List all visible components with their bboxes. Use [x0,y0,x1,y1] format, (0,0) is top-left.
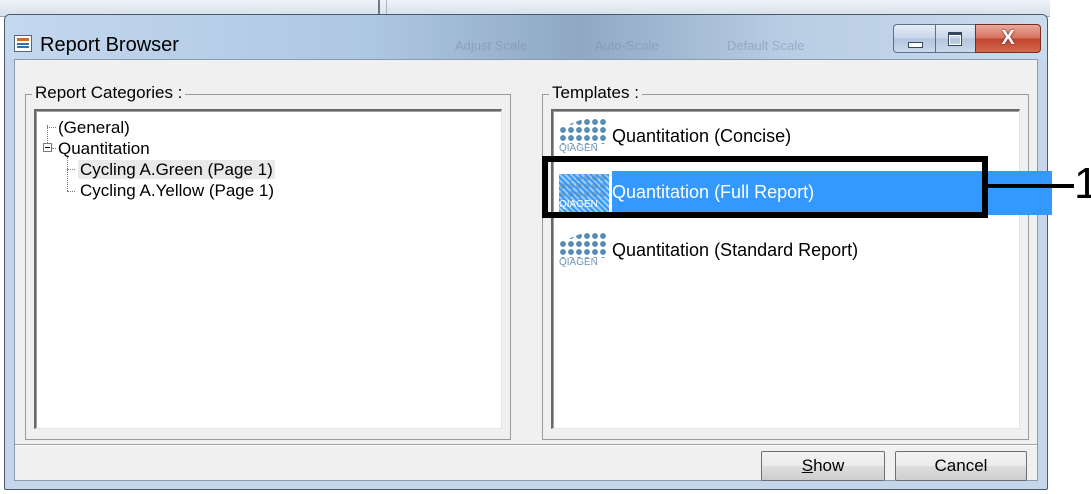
tree-item-general[interactable]: (General) [58,117,130,138]
tree-connector [52,148,56,149]
templates-group: Templates : QIAGEN Quantitation (Concise… [542,83,1052,440]
template-item-standard-report[interactable]: QIAGEN Quantitation (Standard Report) [557,229,1017,273]
tree-connector [47,125,48,145]
template-label: Quantitation (Standard Report) [612,240,859,260]
annotation-leader-line [988,184,1074,188]
show-button[interactable]: Show [761,451,885,481]
report-categories-tree[interactable]: (General) Quantitation Cycling A.Green (… [34,109,502,429]
window-title: Report Browser [40,34,179,56]
close-icon: X [1001,27,1015,49]
template-item-concise[interactable]: QIAGEN Quantitation (Concise) [557,115,1017,159]
tree-connector [47,127,56,128]
maximize-icon [948,32,962,46]
minimize-icon [908,42,923,48]
template-label: Quantitation (Concise) [612,126,792,146]
collapse-toggle-icon[interactable] [43,143,52,152]
tree-connector [67,191,75,192]
qiagen-template-icon: QIAGEN [559,232,609,270]
maximize-button[interactable] [935,24,975,53]
dialog-client-area: Report Categories : (General) Quantitati… [14,59,1052,481]
close-button[interactable]: X [975,24,1041,53]
report-categories-group: Report Categories : (General) Quantitati… [25,83,511,440]
tree-connector [67,169,75,170]
tree-connector [67,157,68,191]
tree-item-label: Cycling A.Green (Page 1) [78,160,275,179]
tree-item-label: Cycling A.Yellow (Page 1) [80,181,275,200]
tree-item-cycling-green[interactable]: Cycling A.Green (Page 1) [78,159,275,180]
title-bar[interactable]: Report Browser Adjust Scale Auto-Scale D… [5,15,1047,59]
tree-item-cycling-yellow[interactable]: Cycling A.Yellow (Page 1) [80,180,274,201]
minimize-button[interactable] [893,24,935,53]
qiagen-template-icon: QIAGEN [559,118,609,156]
ghost-toolbar-label: Adjust Scale [455,38,528,53]
annotation-number: 1 [1074,159,1091,208]
report-icon[interactable] [14,35,32,52]
tree-item-label: Quantitation [58,139,150,158]
button-bar-divider [15,444,1037,446]
ghost-toolbar-label: Default Scale [727,38,805,53]
tree-item-label: (General) [58,118,130,137]
cancel-button[interactable]: Cancel [895,451,1027,481]
annotation-highlight-box [542,156,988,218]
caption-buttons: X [893,24,1041,53]
report-categories-legend: Report Categories : [32,83,186,103]
ghost-toolbar-label: Auto-Scale [595,38,659,53]
tree-item-quantitation[interactable]: Quantitation [58,138,150,159]
templates-legend: Templates : [549,83,642,103]
report-browser-window: Report Browser Adjust Scale Auto-Scale D… [4,14,1052,490]
